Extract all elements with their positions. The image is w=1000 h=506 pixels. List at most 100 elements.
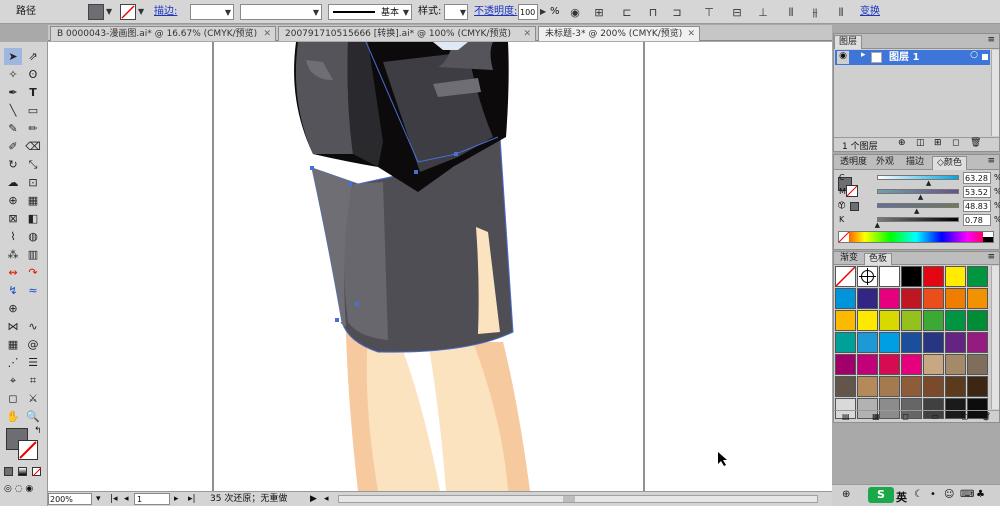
system-icon[interactable]: ⊕ [842, 489, 850, 500]
swatches-scrollbar[interactable] [991, 266, 999, 409]
artboard-tool-icon[interactable]: ◻ [4, 390, 22, 407]
swatch[interactable] [857, 354, 878, 375]
shirt-icon[interactable]: ♣ [976, 489, 985, 500]
slider-thumb[interactable]: ▲ [875, 222, 880, 229]
smooth-tool-icon[interactable]: ↯ [4, 282, 22, 299]
swatch[interactable] [945, 310, 966, 331]
swatch[interactable] [945, 376, 966, 397]
slider-y[interactable]: Y ▲ 48.83 % [839, 199, 1000, 215]
swatch[interactable] [923, 376, 944, 397]
swatch[interactable] [835, 354, 856, 375]
scrollbar-thumb[interactable] [563, 496, 575, 502]
pen-tool-icon[interactable]: ✒ [4, 84, 22, 101]
swatch[interactable] [835, 288, 856, 309]
lasso-tool-icon[interactable]: ʘ [24, 66, 42, 83]
stroke-weight-dropdown[interactable]: ▼ [190, 4, 234, 20]
swatch[interactable] [945, 332, 966, 353]
swatch[interactable] [857, 310, 878, 331]
align-right-icon[interactable]: ⊐ [670, 5, 684, 21]
bar-tool-icon[interactable]: ☰ [24, 354, 42, 371]
new-swatch-icon[interactable]: ◻ [962, 412, 969, 421]
tab-layers[interactable]: 图层 [834, 35, 863, 49]
keyboard-icon[interactable]: ⌨ [960, 489, 974, 500]
direct-selection-tool-icon[interactable]: ⇗ [24, 48, 42, 65]
horizontal-scrollbar[interactable] [338, 495, 818, 503]
chevron-right-icon[interactable]: ▶ [540, 4, 546, 20]
close-icon[interactable]: ✕ [687, 27, 695, 41]
live-paint-tool-icon[interactable]: ▦ [24, 192, 42, 209]
swatch[interactable] [879, 332, 900, 353]
target-icon[interactable]: ○ [970, 50, 978, 60]
brush-definition-dropdown[interactable]: 基本 ▼ [328, 4, 412, 20]
smile-icon[interactable]: ☺ [944, 489, 954, 500]
swatch[interactable] [923, 354, 944, 375]
ime-logo[interactable]: S [868, 487, 894, 503]
eye-icon[interactable]: ◉ [837, 51, 849, 64]
swatch[interactable] [857, 332, 878, 353]
swatch[interactable] [835, 332, 856, 353]
twirl-tool-icon[interactable]: @ [24, 336, 42, 353]
transform-link[interactable]: 变换 [860, 4, 880, 20]
close-icon[interactable]: ✕ [523, 27, 531, 41]
align-middle-icon[interactable]: ⊟ [730, 5, 744, 21]
layers-scrollbar[interactable] [991, 50, 999, 136]
swatch[interactable] [967, 310, 988, 331]
slider-value[interactable]: 0.78 [963, 214, 991, 226]
chevron-down-icon[interactable]: ▼ [138, 4, 144, 20]
slider-track[interactable] [877, 175, 959, 180]
align-bottom-icon[interactable]: ⊥ [756, 5, 770, 21]
swatch[interactable] [879, 288, 900, 309]
new-color-group-icon[interactable]: ▭ [931, 412, 939, 421]
panel-menu-icon[interactable]: ≡ [987, 252, 995, 262]
swatch[interactable] [901, 266, 922, 287]
swatch[interactable] [879, 354, 900, 375]
shape-builder-tool-icon[interactable]: ⊕ [4, 192, 22, 209]
swatch[interactable] [857, 288, 878, 309]
chevron-down-icon[interactable]: ▾ [96, 493, 101, 506]
ime-language[interactable]: 英 [896, 489, 907, 505]
swatch[interactable] [945, 266, 966, 287]
reshape-tool-icon[interactable]: ↷ [24, 264, 42, 281]
blend-tool-icon[interactable]: ◍ [24, 228, 42, 245]
free-transform-tool-icon[interactable]: ⊡ [24, 174, 42, 191]
distribute-center-icon[interactable]: ⫵ [808, 5, 822, 21]
swatch[interactable] [835, 376, 856, 397]
swatch[interactable] [879, 266, 900, 287]
swatch[interactable] [967, 288, 988, 309]
swatch[interactable] [879, 310, 900, 331]
line-tool-icon[interactable]: ╲ [4, 102, 22, 119]
chevron-down-icon[interactable]: ▼ [106, 4, 112, 20]
crosshair-tool-icon[interactable]: ⊕ [4, 300, 22, 317]
swatch[interactable] [835, 310, 856, 331]
layer-name[interactable]: 图层 1 [889, 51, 919, 64]
none-swatch[interactable] [835, 266, 856, 287]
scale-tool-icon[interactable]: ⤡ [24, 156, 42, 173]
prev-artboard-icon[interactable]: ◂ [124, 493, 129, 506]
none-swatch[interactable] [838, 231, 850, 243]
opacity-input[interactable]: 100 [518, 4, 538, 20]
swatch[interactable] [901, 354, 922, 375]
magic-wand-tool-icon[interactable]: ✧ [4, 66, 22, 83]
pencil-tool-icon[interactable]: ✏ [24, 120, 42, 137]
stroke-color-box[interactable] [18, 440, 38, 460]
swatch[interactable] [879, 376, 900, 397]
blob-brush-tool-icon[interactable]: ✐ [4, 138, 22, 155]
eyedropper-tool-icon[interactable]: ⌇ [4, 228, 22, 245]
scroll-left-icon[interactable]: ◂ [324, 493, 329, 506]
color-mode-icon[interactable] [4, 467, 13, 476]
distribute-left-icon[interactable]: ⫴ [784, 5, 798, 21]
close-icon[interactable]: ✕ [263, 27, 271, 41]
tab-document-2[interactable]: 2007917105156​66 [转换].ai* @ 100% (CMYK/预… [278, 26, 536, 41]
panel-menu-icon[interactable]: ≡ [987, 156, 995, 166]
panel-menu-icon[interactable]: ≡ [987, 35, 995, 45]
moon-icon[interactable]: ☾ [914, 489, 923, 500]
tab-stroke[interactable]: 描边 [902, 156, 928, 170]
swatch[interactable] [901, 332, 922, 353]
type-tool-icon[interactable]: T [24, 84, 42, 101]
stroke-link[interactable]: 描边: [154, 4, 177, 20]
align-top-icon[interactable]: ⊤ [702, 5, 716, 21]
zoom-field[interactable]: 200% [48, 493, 92, 505]
knife-tool-icon[interactable]: ⚔ [24, 390, 42, 407]
layer-row[interactable]: ◉ ▸ 图层 1 ○ [835, 50, 990, 65]
align-center-icon[interactable]: ⊓ [646, 5, 660, 21]
